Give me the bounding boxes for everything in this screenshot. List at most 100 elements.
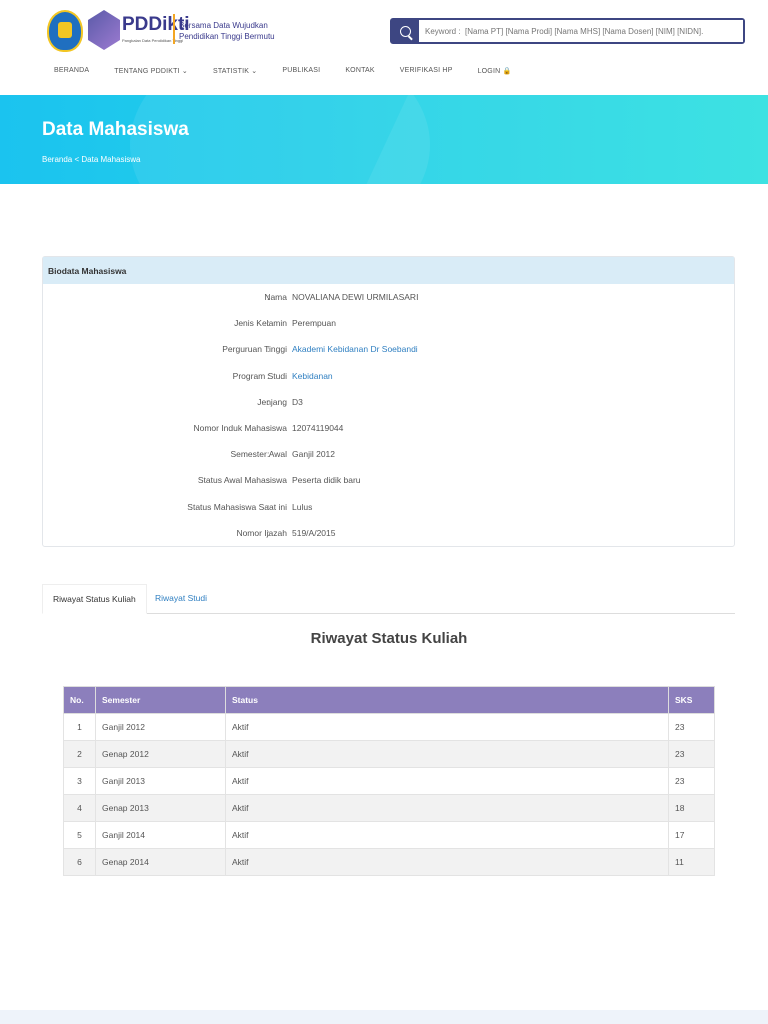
main-nav: BERANDA TENTANG PDDIKTI ⌄ STATISTIK ⌄ PU… xyxy=(54,67,536,75)
field-value: Peserta didik baru xyxy=(292,475,361,486)
field-value: NOVALIANA DEWI URMILASARI xyxy=(292,292,419,302)
colon: : xyxy=(267,423,270,433)
tagline-line: Pendidikan Tinggi Bermutu xyxy=(179,32,275,41)
table-row: 3 Ganjil 2013 Aktif 23 xyxy=(63,767,715,795)
table-cell: 6 xyxy=(63,848,96,876)
table-row: 6 Genap 2014 Aktif 11 xyxy=(63,848,715,876)
breadcrumb[interactable]: Beranda < Data Mahasiswa xyxy=(42,155,141,164)
table-cell: Ganjil 2012 xyxy=(95,713,226,741)
table-cell: 5 xyxy=(63,821,96,849)
table-row: 1 Ganjil 2012 Aktif 23 xyxy=(63,713,715,741)
table-cell: Ganjil 2014 xyxy=(95,821,226,849)
table-cell: 3 xyxy=(63,767,96,795)
pddikti-logo-icon[interactable] xyxy=(88,10,120,50)
field-label: Status Awal Mahasiswa xyxy=(197,475,287,486)
table-cell: Genap 2014 xyxy=(95,848,226,876)
colon: : xyxy=(267,292,270,302)
colon: : xyxy=(267,318,270,329)
table-cell: Aktif xyxy=(225,794,669,822)
biodata-row: Perguruan Tinggi: Akademi Kebidanan Dr So… xyxy=(42,344,732,358)
table-cell: 23 xyxy=(668,740,715,768)
search-icon xyxy=(400,25,411,37)
table-row: 2 Genap 2012 Aktif 23 xyxy=(63,740,715,768)
footer xyxy=(0,1010,768,1024)
nav-verifikasi-hp[interactable]: VERIFIKASI HP xyxy=(400,67,453,75)
page-title: Data Mahasiswa xyxy=(42,119,189,140)
table-cell: Aktif xyxy=(225,848,669,876)
table-row: 4 Genap 2013 Aktif 18 xyxy=(63,794,715,822)
biodata-row: Semester Awal: Ganjil 2012 xyxy=(42,449,732,463)
colon: : xyxy=(267,501,270,512)
table-cell: Ganjil 2013 xyxy=(95,767,226,795)
field-value: Lulus xyxy=(292,501,313,512)
field-label: Status Mahasiswa Saat ini xyxy=(187,501,287,512)
tab-riwayat-studi[interactable]: Riwayat Studi xyxy=(145,584,217,614)
field-value: Ganjil 2012 xyxy=(292,449,336,460)
table-row: 5 Ganjil 2014 Aktif 17 xyxy=(63,821,715,849)
card-title: Biodata Mahasiswa xyxy=(43,257,734,284)
tab-riwayat-status-kuliah[interactable]: Riwayat Status Kuliah xyxy=(42,584,147,614)
biodata-row: Jenjang: D3 xyxy=(42,397,732,411)
nav-publikasi[interactable]: PUBLIKASI xyxy=(282,67,320,75)
colon: : xyxy=(267,449,270,460)
table-cell: 1 xyxy=(63,713,96,741)
header: PDDikti Pangkalan Data Pendidikan Tinggi… xyxy=(0,0,768,60)
biodata-row: Nomor Induk Mahasiswa: 12074119044 xyxy=(42,423,732,437)
field-value: Perempuan xyxy=(292,318,336,329)
field-label: Jenis Kelamin xyxy=(234,318,287,329)
table-cell: Aktif xyxy=(225,767,669,795)
search-bar xyxy=(390,18,745,44)
biodata-row: Status Awal Mahasiswa: Peserta didik baru xyxy=(42,475,732,489)
biodata-row: Program Studi: Kebidanan xyxy=(42,371,732,385)
field-label: Program Studi xyxy=(232,370,287,381)
tagline: Bersama Data Wujudkan Pendidikan Tinggi B… xyxy=(179,20,275,42)
biodata-row: Jenis Kelamin: Perempuan xyxy=(42,318,732,332)
ministry-emblem-logo xyxy=(47,10,83,52)
col-header: SKS xyxy=(668,686,715,714)
page-banner: Data Mahasiswa Beranda < Data Mahasiswa xyxy=(0,95,768,184)
table-cell: Aktif xyxy=(225,821,669,849)
field-value: D3 xyxy=(292,396,303,407)
nav-kontak[interactable]: KONTAK xyxy=(345,67,374,75)
table-cell: 2 xyxy=(63,740,96,768)
field-value[interactable]: Akademi Kebidanan Dr Soebandi xyxy=(292,344,418,354)
status-table: No. Semester Status SKS 1 Ganjil 2012 Akti… xyxy=(63,686,715,876)
biodata-row: Status Mahasiswa Saat ini: Lulus xyxy=(42,502,732,516)
field-label: Nomor Induk Mahasiswa xyxy=(193,423,287,433)
table-cell: 23 xyxy=(668,713,715,741)
table-cell: 23 xyxy=(668,767,715,795)
section-title: Riwayat Status Kuliah xyxy=(310,630,468,647)
nav-tentang-pddikti[interactable]: TENTANG PDDIKTI ⌄ xyxy=(114,67,188,75)
table-cell: 17 xyxy=(668,821,715,849)
field-value: 12074119044 xyxy=(292,423,344,433)
colon: : xyxy=(267,370,270,381)
field-label: Jenjang xyxy=(257,396,287,407)
search-input[interactable] xyxy=(419,20,743,42)
col-header: Semester xyxy=(95,686,226,714)
col-header: No. xyxy=(63,686,96,714)
search-button[interactable] xyxy=(392,20,419,42)
colon: : xyxy=(267,396,270,407)
field-label: Semester Awal xyxy=(230,449,287,460)
table-cell: Aktif xyxy=(225,713,669,741)
nav-statistik[interactable]: STATISTIK ⌄ xyxy=(213,67,257,75)
table-cell: Genap 2013 xyxy=(95,794,226,822)
table-cell: 11 xyxy=(668,848,715,876)
colon: : xyxy=(267,475,270,486)
divider xyxy=(173,14,175,44)
field-value: 519/A/2015 xyxy=(292,527,336,538)
table-cell: Aktif xyxy=(225,740,669,768)
field-value[interactable]: Kebidanan xyxy=(292,371,333,381)
table-cell: Genap 2012 xyxy=(95,740,226,768)
table-cell: 18 xyxy=(668,794,715,822)
colon: : xyxy=(267,344,270,355)
tabs: Riwayat Status Kuliah Riwayat Studi xyxy=(42,584,735,614)
biodata-row: Nomor Ijazah: 519/A/2015 xyxy=(42,528,732,542)
nav-beranda[interactable]: BERANDA xyxy=(54,67,89,75)
nav-login[interactable]: LOGIN 🔒 xyxy=(478,67,512,75)
table-cell: 4 xyxy=(63,794,96,822)
col-header: Status xyxy=(225,686,669,714)
field-label: Perguruan Tinggi xyxy=(222,344,287,355)
tagline-line: Bersama Data Wujudkan xyxy=(179,21,268,30)
field-label: Nomor Ijazah xyxy=(236,527,287,538)
